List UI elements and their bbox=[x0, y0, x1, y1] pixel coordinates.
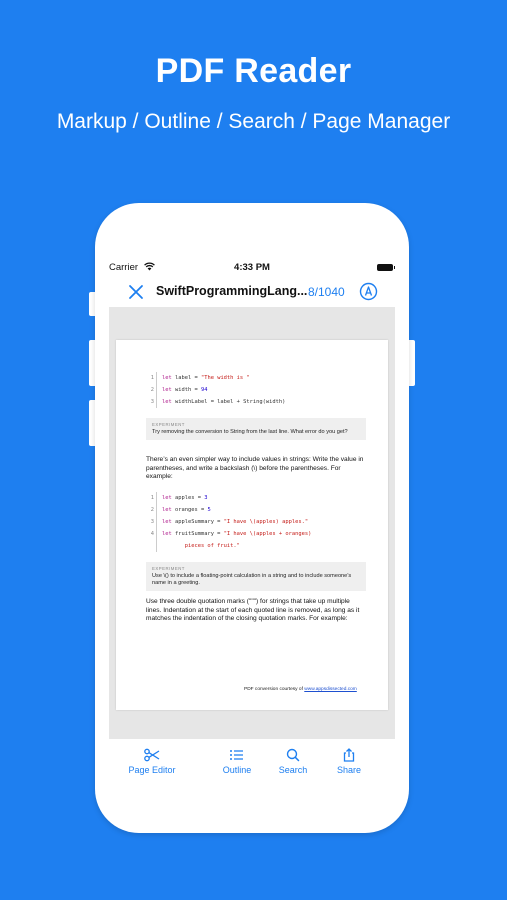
paragraph-2: Use three double quotation marks (""") f… bbox=[146, 598, 360, 623]
line-number: 1 bbox=[150, 495, 154, 501]
experiment-text: Try removing the conversion to String fr… bbox=[152, 429, 348, 435]
experiment-box-1: EXPERIMENT Try removing the conversion t… bbox=[146, 418, 366, 440]
code-line: 1 let label = "The width is " bbox=[142, 372, 285, 384]
experiment-label: EXPERIMENT bbox=[152, 422, 185, 427]
paragraph-1: There’s an even simpler way to include v… bbox=[146, 456, 364, 481]
tab-label: Page Editor bbox=[128, 765, 176, 775]
code-text: let apples = 3 bbox=[162, 495, 208, 501]
experiment-label: EXPERIMENT bbox=[152, 566, 185, 571]
search-icon bbox=[286, 748, 300, 762]
code-text: let appleSummary = "I have \(apples) app… bbox=[162, 519, 309, 525]
annotate-icon[interactable] bbox=[359, 282, 378, 301]
code-block-2: 1 let apples = 3 2 let oranges = 5 3 let appl… bbox=[142, 492, 311, 552]
footer-link[interactable]: www.appsdissected.com bbox=[304, 687, 357, 692]
code-text: let widthLabel = label + String(width) bbox=[162, 399, 286, 405]
line-number: 3 bbox=[150, 399, 154, 405]
experiment-box-2: EXPERIMENT Use \() to include a floating… bbox=[146, 562, 366, 591]
app-screen: Carrier 4:33 PM SwiftProgrammingLang... … bbox=[109, 203, 395, 833]
clock: 4:33 PM bbox=[234, 262, 270, 273]
line-number: 4 bbox=[150, 531, 154, 537]
code-line: pieces of fruit." bbox=[142, 540, 311, 552]
code-block-1: 1 let label = "The width is " 2 let width =… bbox=[142, 372, 285, 408]
experiment-text: Use \() to include a floating-point calc… bbox=[152, 573, 352, 586]
line-number: 2 bbox=[150, 387, 154, 393]
page-counter[interactable]: 8/1040 bbox=[308, 285, 345, 299]
page-footer: PDF conversion courtesy of www.appsdisse… bbox=[244, 687, 357, 692]
footer-text: PDF conversion courtesy of bbox=[244, 687, 305, 692]
tab-bar: Page Editor Outline Search Share bbox=[109, 740, 395, 790]
line-number: 1 bbox=[150, 375, 154, 381]
tab-label: Share bbox=[336, 765, 362, 775]
code-line: 3 let widthLabel = label + String(width) bbox=[142, 396, 286, 408]
line-number: 2 bbox=[150, 507, 154, 513]
close-icon[interactable] bbox=[127, 283, 145, 301]
tab-page-editor[interactable]: Page Editor bbox=[117, 748, 187, 775]
line-number: 3 bbox=[150, 519, 154, 525]
code-line: 3 let appleSummary = "I have \(apples) ap… bbox=[142, 516, 311, 528]
code-gutter-divider bbox=[156, 372, 157, 408]
battery-icon bbox=[377, 264, 395, 271]
tab-label: Outline bbox=[222, 765, 252, 775]
tab-label: Search bbox=[278, 765, 308, 775]
navigation-bar: SwiftProgrammingLang... 8/1040 bbox=[109, 279, 395, 305]
phone-frame: Carrier 4:33 PM SwiftProgrammingLang... … bbox=[95, 203, 409, 833]
code-text: let width = 94 bbox=[162, 387, 208, 393]
code-line: 2 let width = 94 bbox=[142, 384, 285, 396]
tab-share[interactable]: Share bbox=[314, 748, 384, 775]
promo-title: PDF Reader bbox=[155, 52, 352, 90]
code-text: let label = "The width is " bbox=[162, 375, 250, 381]
code-text: let fruitSummary = "I have \(apples + or… bbox=[162, 531, 312, 537]
code-gutter-divider bbox=[156, 492, 157, 552]
list-icon bbox=[230, 750, 243, 760]
code-line: 2 let oranges = 5 bbox=[142, 504, 311, 516]
code-line: 4 let fruitSummary = "I have \(apples + o… bbox=[142, 528, 312, 540]
code-line: 1 let apples = 3 bbox=[142, 492, 311, 504]
document-title: SwiftProgrammingLang... bbox=[156, 284, 308, 298]
pdf-viewer[interactable]: 1 let label = "The width is " 2 let width =… bbox=[109, 307, 395, 739]
promo-subtitle: Markup / Outline / Search / Page Manager bbox=[56, 110, 451, 133]
code-text: let oranges = 5 bbox=[162, 507, 211, 513]
pdf-page[interactable]: 1 let label = "The width is " 2 let width =… bbox=[116, 340, 388, 710]
code-text: pieces of fruit." bbox=[184, 543, 240, 549]
status-bar: Carrier 4:33 PM bbox=[109, 261, 395, 275]
scissors-icon bbox=[144, 748, 160, 762]
share-icon bbox=[343, 748, 355, 762]
